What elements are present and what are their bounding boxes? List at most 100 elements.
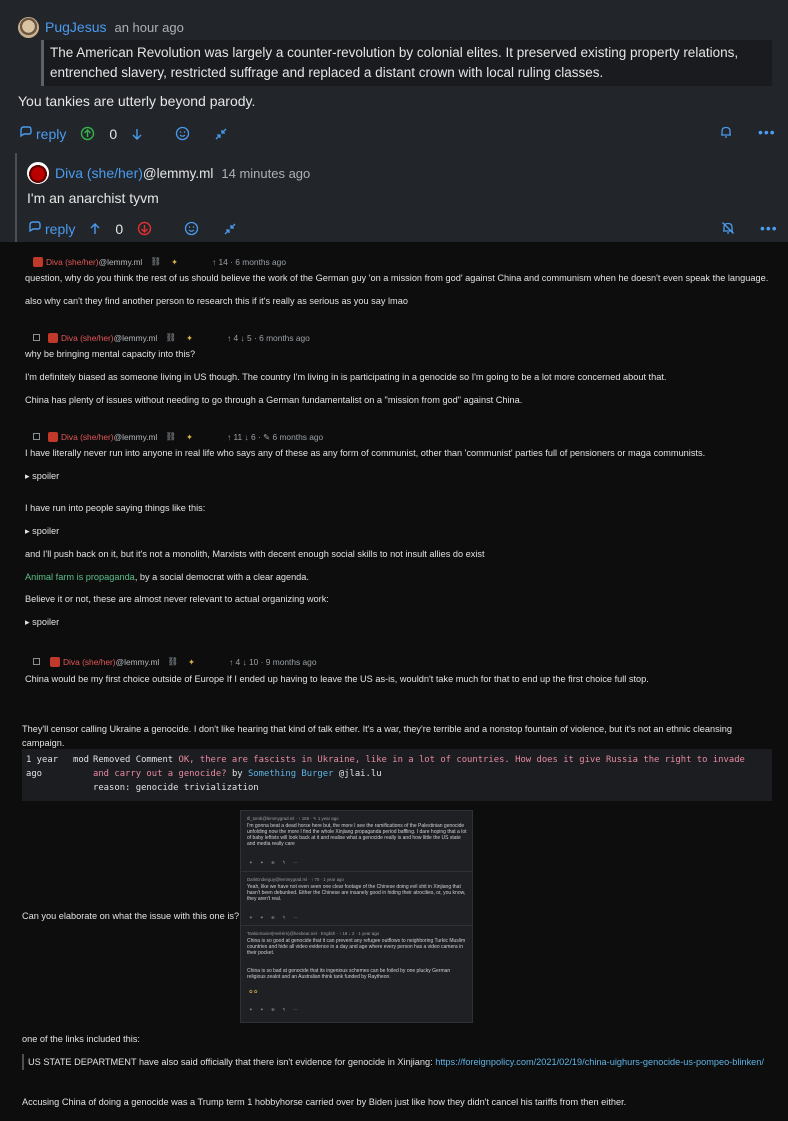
bell-icon: [721, 126, 731, 138]
comment-header: Diva (she/her) @lemmy.ml 14 minutes ago: [27, 162, 310, 184]
username-link[interactable]: Diva (she/her): [55, 165, 143, 181]
downvote-button[interactable]: [131, 127, 143, 141]
spoiler-toggle[interactable]: ▸ spoiler: [25, 526, 59, 537]
comment-header: Diva (she/her) @lemmy.ml ⛓ ✦ ↑ 4 ↓ 10 · …: [33, 656, 317, 667]
inner-text: China is so bad at genocide that its ing…: [247, 968, 451, 980]
username: Diva (she/her): [46, 256, 99, 267]
upvote-button[interactable]: [80, 126, 95, 141]
bell-button[interactable]: [719, 125, 733, 142]
reply-button[interactable]: reply: [18, 125, 66, 142]
instance: @lemmy.ml: [98, 256, 143, 267]
inner-actions-icon: ✦ ✦ ⊕ ↰ ⋯: [249, 1007, 301, 1012]
animal-farm-link[interactable]: Animal farm is propaganda: [25, 572, 135, 582]
comment-header: Diva (she/her) @lemmy.ml ⛓ ✦ ↑ 4 ↓ 5 · 6…: [33, 332, 310, 343]
collapse-button[interactable]: [214, 127, 228, 141]
embedded-screenshot: Diva (she/her) @lemmy.ml ⛓ ✦ ↑ 14 · 6 mo…: [0, 242, 788, 1121]
vote-info: ↑ 4 ↓ 5 · 6 months ago: [226, 332, 310, 343]
sparkle-icon: ✦: [170, 256, 178, 267]
username: Diva (she/her): [63, 656, 116, 667]
avatar: [48, 431, 58, 442]
reply-icon: [18, 125, 32, 142]
blockquote: US STATE DEPARTMENT have also said offic…: [22, 1054, 772, 1070]
vote-info: ↑ 14 · 6 months ago: [211, 256, 286, 267]
upvote-button[interactable]: [89, 222, 101, 236]
comment-text: question, why do you think the rest of u…: [25, 273, 769, 283]
inner-text: China is so good at genocide that it can…: [247, 938, 466, 956]
comment-time: 14 minutes ago: [221, 165, 311, 181]
comment-text: I'm definitely biased as someone living …: [25, 372, 667, 382]
link-icon: ⛓: [165, 431, 176, 441]
comment-text: Animal farm is propaganda, by a social d…: [25, 572, 309, 582]
smiley-icon: [176, 126, 190, 141]
avatar: [48, 332, 58, 343]
vote-info: ↑ 11 ↓ 6 · ✎ 6 months ago: [226, 431, 324, 442]
sparkle-icon: ✦: [187, 656, 195, 667]
comment-body: You tankies are utterly beyond parody.: [18, 93, 256, 109]
removed-comment-text: OK, there are fascists in Ukraine, like …: [93, 755, 745, 779]
comment-text: I have run into people saying things lik…: [25, 503, 206, 513]
modlog-action: Removed Comment OK, there are fascists i…: [93, 755, 745, 793]
instance: @lemmy.ml: [113, 431, 158, 442]
downvote-button[interactable]: [137, 221, 152, 236]
collapse-icon: [215, 128, 227, 139]
ellipsis-icon: •••: [760, 220, 778, 236]
instance: @lemmy.ml: [113, 332, 158, 343]
username: Diva (she/her): [61, 431, 114, 442]
inner-header: Ill_tomb@lemmygrad.ml · ↑ 155 · ✎ 1 year…: [247, 816, 339, 821]
link-icon: ⛓: [165, 332, 176, 342]
modlog-time: 1 year ago: [26, 755, 59, 779]
community-link[interactable]: Something Burger: [248, 769, 334, 779]
nested-screenshot: Ill_tomb@lemmygrad.ml · ↑ 155 · ✎ 1 year…: [240, 810, 473, 1023]
reply-icon: [27, 220, 41, 237]
smiley-icon: [185, 221, 199, 236]
comment-actions: reply 0: [27, 220, 251, 237]
avatar: [50, 656, 60, 667]
comment-header: PugJesus an hour ago: [18, 16, 184, 38]
upvote-icon: [90, 222, 100, 234]
reply-button[interactable]: reply: [27, 220, 75, 237]
upvote-icon: [81, 126, 95, 141]
modlog-entry: 1 year ago mod Removed Comment OK, there…: [22, 749, 772, 801]
paragraph: one of the links included this:: [22, 1034, 140, 1044]
score: 0: [109, 125, 118, 142]
downvote-icon: [132, 128, 142, 140]
inner-text: Yeah, like we have not even seen one cle…: [247, 884, 466, 902]
modlog-reason: reason: genocide trivialization: [93, 783, 259, 793]
collapse-box-icon: [33, 658, 40, 665]
collapse-icon: [224, 223, 236, 234]
link-icon: ⛓: [150, 256, 161, 266]
comment-header: Diva (she/her) @lemmy.ml ⛓ ✦ ↑ 14 · 6 mo…: [33, 256, 286, 267]
spoiler-toggle[interactable]: ▸ spoiler: [25, 617, 59, 628]
more-options-button[interactable]: •••: [760, 220, 778, 236]
paragraph: Accusing China of doing a genocide was a…: [22, 1097, 627, 1107]
inner-actions-icon: ✦ ✦ ⊕ ↰ ⋯: [249, 860, 301, 865]
comment-text: also why can't they find another person …: [25, 296, 408, 306]
collapse-button[interactable]: [223, 222, 237, 236]
foreignpolicy-link[interactable]: https://foreignpolicy.com/2021/02/19/chi…: [435, 1057, 764, 1067]
comment-body: I'm an anarchist tyvm: [27, 190, 159, 206]
bell-off-icon: [722, 222, 734, 234]
more-options-button[interactable]: •••: [758, 124, 776, 140]
collapse-box-icon: [33, 334, 40, 341]
username-link[interactable]: PugJesus: [45, 19, 106, 35]
link-icon: ⛓: [167, 656, 178, 666]
instance: @lemmy.ml: [115, 656, 160, 667]
inner-actions-icon: ✦ ✦ ⊕ ↰ ⋯: [249, 915, 301, 920]
comment-actions: reply 0: [18, 125, 242, 142]
ellipsis-icon: •••: [758, 124, 776, 140]
emoji-react-button[interactable]: [184, 221, 199, 236]
avatar[interactable]: [27, 162, 49, 184]
blockquote: The American Revolution was largely a co…: [41, 40, 772, 86]
inner-header: DarkEnderguy@lemmygrad.ml · ↑ 70 · 1 yea…: [247, 877, 344, 882]
modlog-mod: mod: [73, 755, 90, 765]
comment-time: an hour ago: [114, 19, 184, 35]
paragraph: Can you elaborate on what the issue with…: [22, 911, 240, 921]
inner-header: TankieSoviet(He/Him)@hexbear.net · Engli…: [247, 931, 380, 936]
emoji-react-button[interactable]: [175, 126, 190, 141]
downvote-icon: [137, 221, 152, 236]
comment-text: China has plenty of issues without needi…: [25, 395, 523, 405]
avatar[interactable]: [18, 16, 39, 38]
mute-bell-button[interactable]: [721, 221, 735, 238]
spoiler-toggle[interactable]: ▸ spoiler: [25, 471, 59, 482]
comment-text: why be bringing mental capacity into thi…: [25, 349, 196, 359]
